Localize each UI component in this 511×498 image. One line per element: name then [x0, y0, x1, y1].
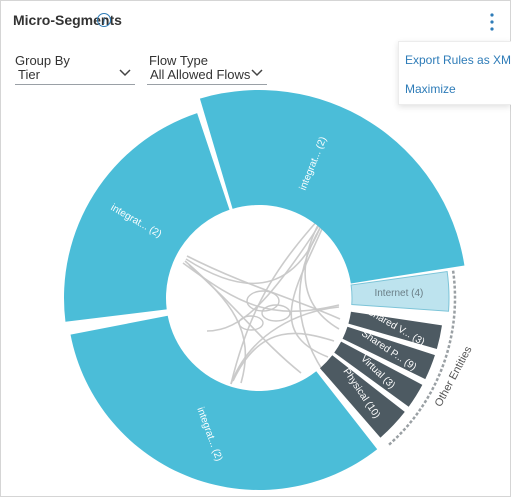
flow-link: [298, 214, 329, 372]
flow-links: [182, 210, 341, 385]
menu-item-maximize[interactable]: Maximize: [405, 82, 456, 96]
menu-item-export-rules[interactable]: Export Rules as XML: [405, 53, 511, 67]
segment-0[interactable]: [64, 113, 230, 322]
segment-label: Internet (4): [374, 288, 423, 299]
segment-1[interactable]: [199, 89, 465, 284]
flow-link: [290, 214, 329, 358]
actions-menu: Export Rules as XML Maximize: [398, 41, 511, 105]
micro-segments-panel: Micro-Segments i Group By Tier Flow Type…: [0, 0, 511, 497]
segment-2[interactable]: [70, 315, 378, 490]
